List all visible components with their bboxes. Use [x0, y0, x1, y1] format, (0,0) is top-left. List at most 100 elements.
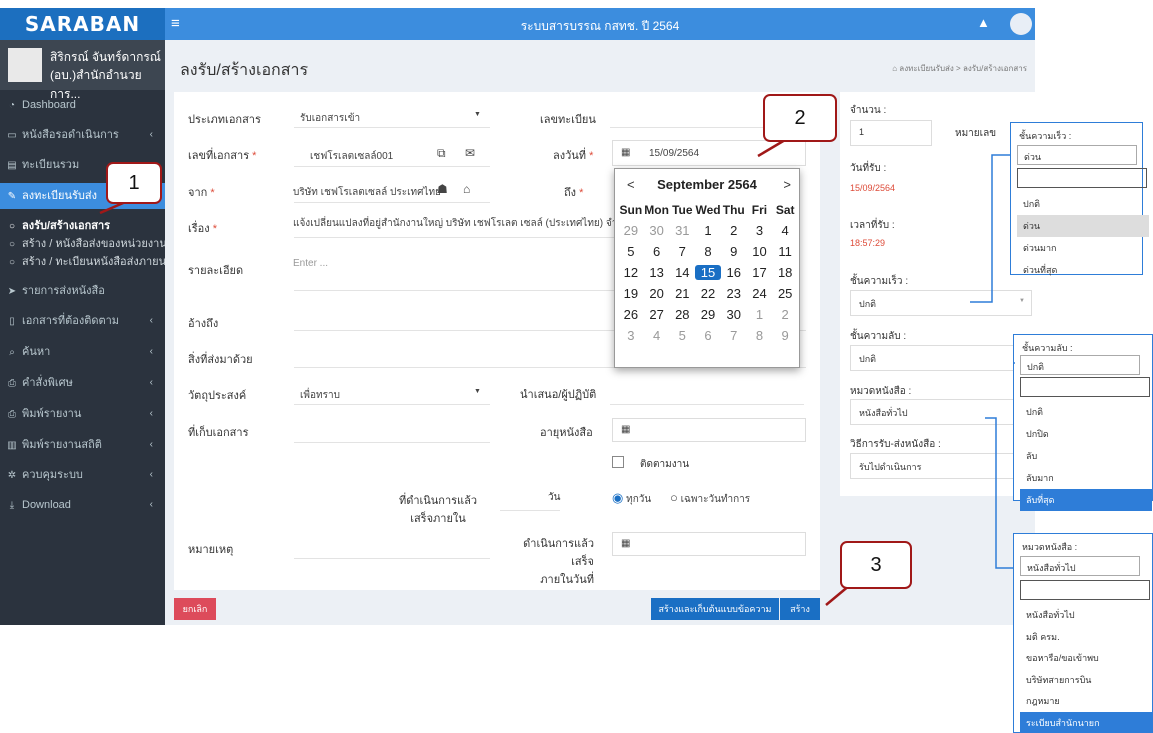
- doc-no-input[interactable]: เชฟโรเลตเซลล์001: [310, 149, 393, 164]
- calendar-day[interactable]: 26: [618, 307, 644, 322]
- calendar-day[interactable]: 19: [618, 286, 644, 301]
- calendar-day[interactable]: 17: [747, 265, 773, 280]
- sidebar-item-pending[interactable]: ▭ หนังสือรอดำเนินการ ‹: [0, 122, 165, 148]
- secret-select[interactable]: ปกติ: [850, 345, 1032, 371]
- dropdown-option[interactable]: ปกปิด: [1020, 423, 1152, 445]
- calendar-day[interactable]: 1: [695, 223, 721, 238]
- calendar-day[interactable]: 30: [644, 223, 670, 238]
- subject-input[interactable]: แจ้งเปลี่ยนแปลงที่อยู่สำนักงานใหญ่ บริษั…: [293, 216, 615, 231]
- create-save-template-button[interactable]: สร้างและเก็บต้นแบบข้อความ: [651, 598, 779, 620]
- calendar-day[interactable]: 29: [695, 307, 721, 322]
- method-select[interactable]: รับไปดำเนินการ: [850, 453, 1032, 479]
- sidebar-item-control[interactable]: ✲ ควบคุมระบบ ‹: [0, 462, 165, 488]
- avatar[interactable]: [1010, 13, 1032, 35]
- sidebar-item-special[interactable]: ⎙ คำสั่งพิเศษ ‹: [0, 370, 165, 396]
- purpose-select[interactable]: เพื่อทราบ: [300, 388, 340, 403]
- calendar-day[interactable]: 3: [618, 328, 644, 343]
- calendar-day[interactable]: 16: [721, 265, 747, 280]
- popup-current[interactable]: หนังสือทั่วไป: [1020, 556, 1140, 576]
- sidebar-item-report[interactable]: ⎙ พิมพ์รายงาน ‹: [0, 401, 165, 427]
- popup-search-input[interactable]: [1020, 377, 1150, 397]
- present-input[interactable]: [610, 404, 804, 405]
- calendar-day[interactable]: 5: [618, 244, 644, 259]
- calendar-day[interactable]: 11: [772, 244, 798, 259]
- dropdown-option[interactable]: ด่วนมาก: [1017, 237, 1149, 259]
- popup-search-input[interactable]: [1020, 580, 1150, 600]
- dropdown-option[interactable]: ลับมาก: [1020, 467, 1152, 489]
- app-logo[interactable]: SARABAN: [0, 8, 165, 40]
- days-input[interactable]: [500, 510, 560, 511]
- doc-type-select[interactable]: รับเอกสารเข้า: [300, 111, 360, 126]
- sidebar-item-dashboard[interactable]: ◔ Dashboard: [0, 92, 165, 118]
- next-month-button[interactable]: >: [783, 177, 791, 192]
- dropdown-option[interactable]: ระเบียบสำนักนายก: [1020, 711, 1152, 733]
- calendar-day[interactable]: 28: [669, 307, 695, 322]
- calendar-day[interactable]: 8: [747, 328, 773, 343]
- copy-icon[interactable]: ⧉: [437, 146, 446, 161]
- date-input[interactable]: ▦ 15/09/2564: [612, 140, 806, 166]
- calendar-day[interactable]: 13: [644, 265, 670, 280]
- calendar-day[interactable]: 6: [644, 244, 670, 259]
- calendar-day[interactable]: 22: [695, 286, 721, 301]
- calendar-day[interactable]: 5: [669, 328, 695, 343]
- calendar-day[interactable]: 1: [747, 307, 773, 322]
- qty-input[interactable]: 1: [850, 120, 932, 146]
- sidebar-item-stat-report[interactable]: ▥ พิมพ์รายงานสถิติ ‹: [0, 432, 165, 458]
- breadcrumb-home[interactable]: ลงทะเบียนรับส่ง: [899, 64, 954, 73]
- dropdown-option[interactable]: ด่วน: [1017, 215, 1149, 237]
- envelope-icon[interactable]: ✉: [465, 146, 475, 160]
- dropdown-option[interactable]: กฎหมาย: [1020, 690, 1152, 712]
- sidebar-item-search[interactable]: ⌕ ค้นหา ‹: [0, 339, 165, 365]
- calendar-day[interactable]: 9: [721, 244, 747, 259]
- radio-every-day[interactable]: ◉ ทุกวัน: [612, 490, 651, 507]
- popup-current[interactable]: ปกติ: [1020, 355, 1140, 375]
- calendar-day[interactable]: 29: [618, 223, 644, 238]
- follow-checkbox[interactable]: [612, 456, 624, 468]
- popup-search-input[interactable]: [1017, 168, 1147, 188]
- dropdown-option[interactable]: หนังสือทั่วไป: [1020, 604, 1152, 626]
- dropdown-option[interactable]: บริษัทสายการบิน: [1020, 669, 1152, 691]
- calendar-day[interactable]: 9: [772, 328, 798, 343]
- cancel-button[interactable]: ยกเลิก: [174, 598, 216, 620]
- calendar-day[interactable]: 2: [721, 223, 747, 238]
- age-input[interactable]: ▦: [612, 418, 806, 442]
- sidebar-subitem-outgoing[interactable]: ○ สร้าง / หนังสือส่งของหน่วยงาน: [0, 236, 165, 252]
- dropdown-option[interactable]: ลับ: [1020, 445, 1152, 467]
- radio-work-day[interactable]: ○ เฉพาะวันทำการ: [670, 490, 750, 507]
- calendar-day[interactable]: 14: [669, 265, 695, 280]
- from-input[interactable]: บริษัท เชฟโรเลตเซลล์ ประเทศไทย: [293, 185, 441, 200]
- sidebar-item-download[interactable]: ⤓ Download ‹: [0, 492, 165, 518]
- calendar-day[interactable]: 7: [721, 328, 747, 343]
- calendar-day[interactable]: 4: [772, 223, 798, 238]
- dropdown-option[interactable]: ปกติ: [1020, 401, 1152, 423]
- calendar-day[interactable]: 30: [721, 307, 747, 322]
- calendar-day[interactable]: 20: [644, 286, 670, 301]
- done-date-input[interactable]: ▦: [612, 532, 806, 556]
- bell-icon[interactable]: ▲: [977, 15, 990, 30]
- calendar-day[interactable]: 23: [721, 286, 747, 301]
- sidebar-item-send-list[interactable]: ➤ รายการส่งหนังสือ: [0, 278, 165, 304]
- calendar-day[interactable]: 15: [695, 265, 721, 280]
- sidebar-subitem-create-doc[interactable]: ○ ลงรับ/สร้างเอกสาร: [0, 218, 165, 234]
- calendar-day[interactable]: 2: [772, 307, 798, 322]
- sidebar-subitem-external[interactable]: ○ สร้าง / ทะเบียนหนังสือส่งภายนอก: [0, 254, 165, 270]
- popup-current[interactable]: ด่วน: [1017, 145, 1137, 165]
- speed-select[interactable]: ปกติ: [850, 290, 1032, 316]
- calendar-day[interactable]: 21: [669, 286, 695, 301]
- dropdown-option[interactable]: ขอหารือ/ขอเข้าพบ: [1020, 647, 1152, 669]
- create-button[interactable]: สร้าง: [780, 598, 820, 620]
- calendar-day[interactable]: 12: [618, 265, 644, 280]
- building-icon[interactable]: ⌂: [463, 182, 470, 196]
- sidebar-item-follow[interactable]: ▯ เอกสารที่ต้องติดตาม ‹: [0, 308, 165, 334]
- calendar-day[interactable]: 24: [747, 286, 773, 301]
- calendar-day[interactable]: 6: [695, 328, 721, 343]
- detail-input[interactable]: Enter ...: [293, 258, 328, 269]
- dropdown-option[interactable]: ลับที่สุด: [1020, 489, 1152, 511]
- dropdown-option[interactable]: มติ ครม.: [1020, 626, 1152, 648]
- calendar-day[interactable]: 27: [644, 307, 670, 322]
- calendar-day[interactable]: 7: [669, 244, 695, 259]
- calendar-day[interactable]: 3: [747, 223, 773, 238]
- users-icon[interactable]: ☗: [437, 182, 448, 196]
- calendar-day[interactable]: 18: [772, 265, 798, 280]
- dropdown-option[interactable]: ปกติ: [1017, 193, 1149, 215]
